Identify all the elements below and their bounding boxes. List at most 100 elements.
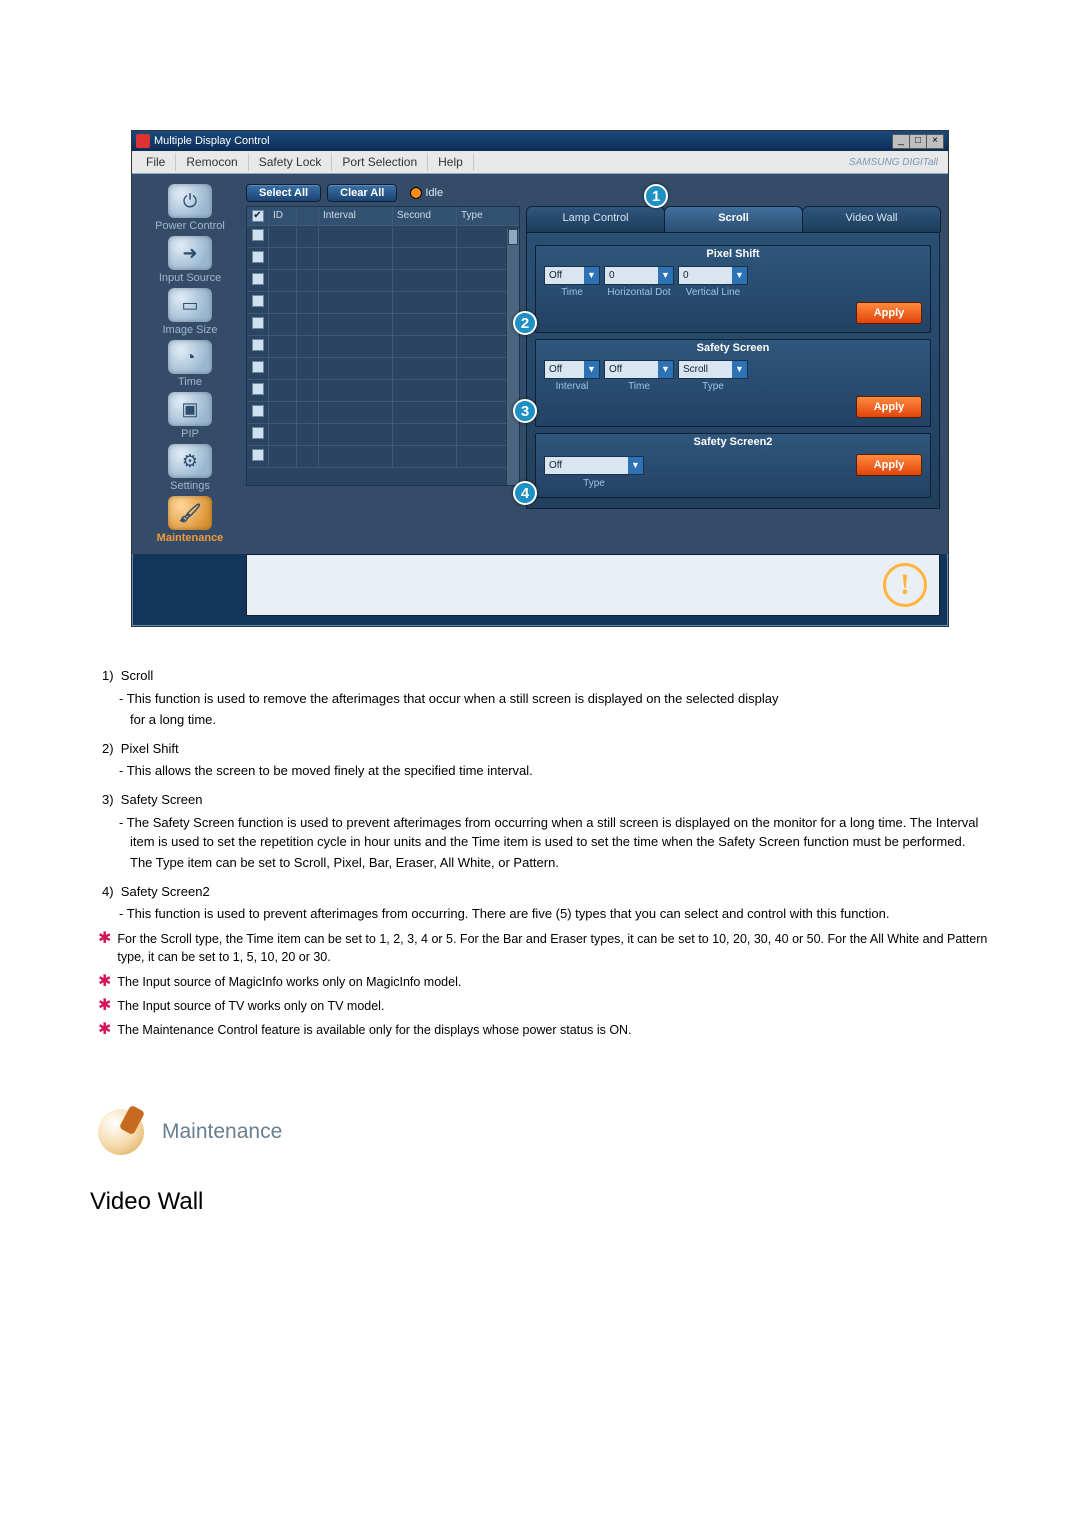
chevron-down-icon: ▼ — [584, 361, 599, 378]
type-label: Type — [678, 381, 748, 392]
pixel-shift-vline-select[interactable]: 0▼ — [678, 266, 748, 285]
maximize-button[interactable]: □ — [909, 134, 927, 149]
tab-video-wall[interactable]: Video Wall — [802, 206, 941, 232]
tab-scroll[interactable]: Scroll — [664, 206, 803, 232]
col-id[interactable]: ID — [269, 207, 297, 225]
scroll-thumb[interactable] — [508, 229, 518, 245]
menu-help[interactable]: Help — [428, 153, 474, 171]
close-button[interactable]: × — [926, 134, 944, 149]
sidebar-item-pip[interactable]: ▣ PIP — [140, 392, 240, 440]
sidebar-item-input[interactable]: ➜ Input Source — [140, 236, 240, 284]
vline-label: Vertical Line — [678, 287, 748, 298]
grid-row[interactable] — [247, 402, 519, 424]
list-item: 1) Scroll — [102, 667, 990, 686]
pixel-shift-time-select[interactable]: Off▼ — [544, 266, 600, 285]
time-label: Time — [604, 381, 674, 392]
grid-row[interactable] — [247, 270, 519, 292]
safety-interval-select[interactable]: Off▼ — [544, 360, 600, 379]
grid-row[interactable] — [247, 380, 519, 402]
grid-row[interactable] — [247, 226, 519, 248]
grid-row[interactable] — [247, 358, 519, 380]
type-label: Type — [544, 478, 644, 489]
menu-file[interactable]: File — [136, 153, 176, 171]
time-icon: ◔ — [168, 340, 212, 374]
grid-row[interactable] — [247, 336, 519, 358]
row-checkbox[interactable] — [252, 251, 264, 263]
sidebar-item-power[interactable]: ⏻ Power Control — [140, 184, 240, 232]
chevron-down-icon: ▼ — [658, 361, 673, 378]
pixel-shift-title: Pixel Shift — [536, 248, 930, 260]
chevron-down-icon: ▼ — [628, 457, 643, 474]
safety2-type-select[interactable]: Off▼ — [544, 456, 644, 475]
sidebar-label: Maintenance — [140, 532, 240, 544]
display-grid: ID Interval Second Type — [246, 206, 520, 486]
document-text: 1) Scroll - This function is used to rem… — [90, 667, 990, 1220]
maintenance-icon: 🖌 — [168, 496, 212, 530]
sidebar-item-time[interactable]: ◔ Time — [140, 340, 240, 388]
warning-icon: ! — [883, 563, 927, 607]
safety-screen2-group: Safety Screen2 Off▼ Apply Type — [535, 433, 931, 498]
row-checkbox[interactable] — [252, 295, 264, 307]
row-checkbox[interactable] — [252, 339, 264, 351]
safety-screen2-title: Safety Screen2 — [536, 436, 930, 448]
sidebar-item-image-size[interactable]: ▭ Image Size — [140, 288, 240, 336]
sidebar-item-settings[interactable]: ⚙ Settings — [140, 444, 240, 492]
callout-4: 4 — [513, 481, 537, 505]
sidebar-label: Image Size — [140, 324, 240, 336]
sidebar-label: Power Control — [140, 220, 240, 232]
menu-port-selection[interactable]: Port Selection — [332, 153, 428, 171]
section-title: Maintenance — [162, 1117, 282, 1147]
star-icon: ✱ — [98, 997, 111, 1015]
safety-type-select[interactable]: Scroll▼ — [678, 360, 748, 379]
grid-row[interactable] — [247, 314, 519, 336]
chevron-down-icon: ▼ — [658, 267, 673, 284]
safety2-apply-button[interactable]: Apply — [856, 454, 922, 476]
row-checkbox[interactable] — [252, 361, 264, 373]
section-heading: Maintenance — [98, 1109, 990, 1155]
row-checkbox[interactable] — [252, 317, 264, 329]
row-checkbox[interactable] — [252, 273, 264, 285]
menu-remocon[interactable]: Remocon — [176, 153, 248, 171]
page-subheading: Video Wall — [90, 1185, 990, 1220]
grid-row[interactable] — [247, 446, 519, 468]
col-second[interactable]: Second — [393, 207, 457, 225]
window-controls: _ □ × — [893, 134, 944, 149]
col-interval[interactable]: Interval — [319, 207, 393, 225]
list-item: 4) Safety Screen2 — [102, 883, 990, 902]
menu-safety-lock[interactable]: Safety Lock — [249, 153, 333, 171]
row-checkbox[interactable] — [252, 229, 264, 241]
row-checkbox[interactable] — [252, 449, 264, 461]
grid-row[interactable] — [247, 248, 519, 270]
status-area: ! — [246, 554, 940, 616]
tab-row: Lamp Control Scroll Video Wall 1 — [526, 206, 940, 232]
star-icon: ✱ — [98, 930, 111, 966]
sidebar-item-maintenance[interactable]: 🖌 Maintenance — [140, 496, 240, 544]
safety-apply-button[interactable]: Apply — [856, 396, 922, 418]
note-line: ✱The Input source of MagicInfo works onl… — [98, 973, 990, 991]
header-checkbox[interactable] — [252, 210, 264, 222]
maintenance-section-icon — [98, 1109, 144, 1155]
window-title: Multiple Display Control — [154, 135, 893, 147]
pixel-shift-apply-button[interactable]: Apply — [856, 302, 922, 324]
tab-lamp-control[interactable]: Lamp Control — [526, 206, 665, 232]
safety-screen-group: Safety Screen Off▼ Off▼ Scroll▼ Interval… — [535, 339, 931, 427]
brand-label: SAMSUNG DIGITall — [849, 157, 944, 168]
grid-row[interactable] — [247, 292, 519, 314]
power-icon: ⏻ — [168, 184, 212, 218]
col-status-icon — [297, 207, 319, 225]
sidebar: ⏻ Power Control ➜ Input Source ▭ Image S… — [140, 184, 240, 544]
row-checkbox[interactable] — [252, 405, 264, 417]
minimize-button[interactable]: _ — [892, 134, 910, 149]
clear-all-button[interactable]: Clear All — [327, 184, 397, 202]
col-type[interactable]: Type — [457, 207, 507, 225]
safety-time-select[interactable]: Off▼ — [604, 360, 674, 379]
row-checkbox[interactable] — [252, 427, 264, 439]
scrollbar[interactable] — [506, 229, 519, 485]
row-checkbox[interactable] — [252, 383, 264, 395]
center-panel: Select All Clear All Idle ID Interval Se… — [246, 184, 520, 544]
list-sub: for a long time. — [130, 711, 990, 730]
grid-toolbar: Select All Clear All Idle — [246, 184, 520, 202]
select-all-button[interactable]: Select All — [246, 184, 321, 202]
grid-row[interactable] — [247, 424, 519, 446]
pixel-shift-hdot-select[interactable]: 0▼ — [604, 266, 674, 285]
